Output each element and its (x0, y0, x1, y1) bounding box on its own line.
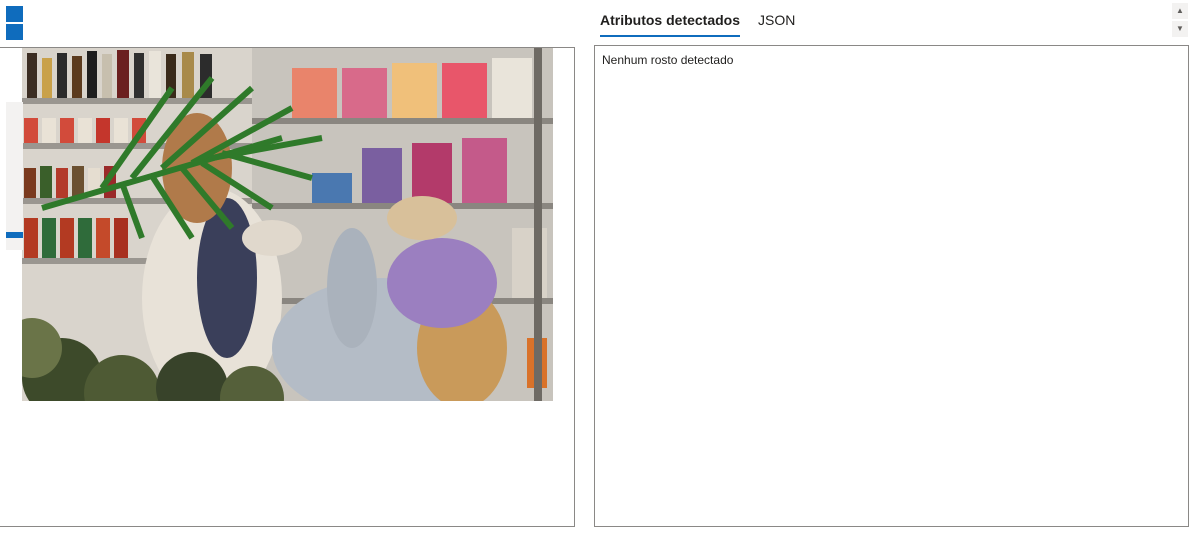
tab-scroll: ▲ ▼ (1172, 3, 1188, 37)
tab-json[interactable]: JSON (758, 8, 795, 35)
no-face-message: Nenhum rosto detectado (602, 53, 734, 67)
zoom-out-button[interactable] (6, 24, 23, 40)
zoom-slider[interactable] (6, 102, 23, 250)
zoom-slider-thumb[interactable] (6, 232, 23, 238)
results-panel: Nenhum rosto detectado (594, 45, 1189, 527)
scroll-up-icon[interactable]: ▲ (1172, 3, 1188, 19)
image-viewer (0, 47, 575, 527)
zoom-controls (6, 6, 23, 42)
analyzed-photo (22, 48, 553, 401)
tab-detected-attributes[interactable]: Atributos detectados (600, 8, 741, 37)
zoom-in-button[interactable] (6, 6, 23, 22)
result-tabs: Atributos detectados JSON (600, 8, 813, 38)
scroll-down-icon[interactable]: ▼ (1172, 21, 1188, 37)
